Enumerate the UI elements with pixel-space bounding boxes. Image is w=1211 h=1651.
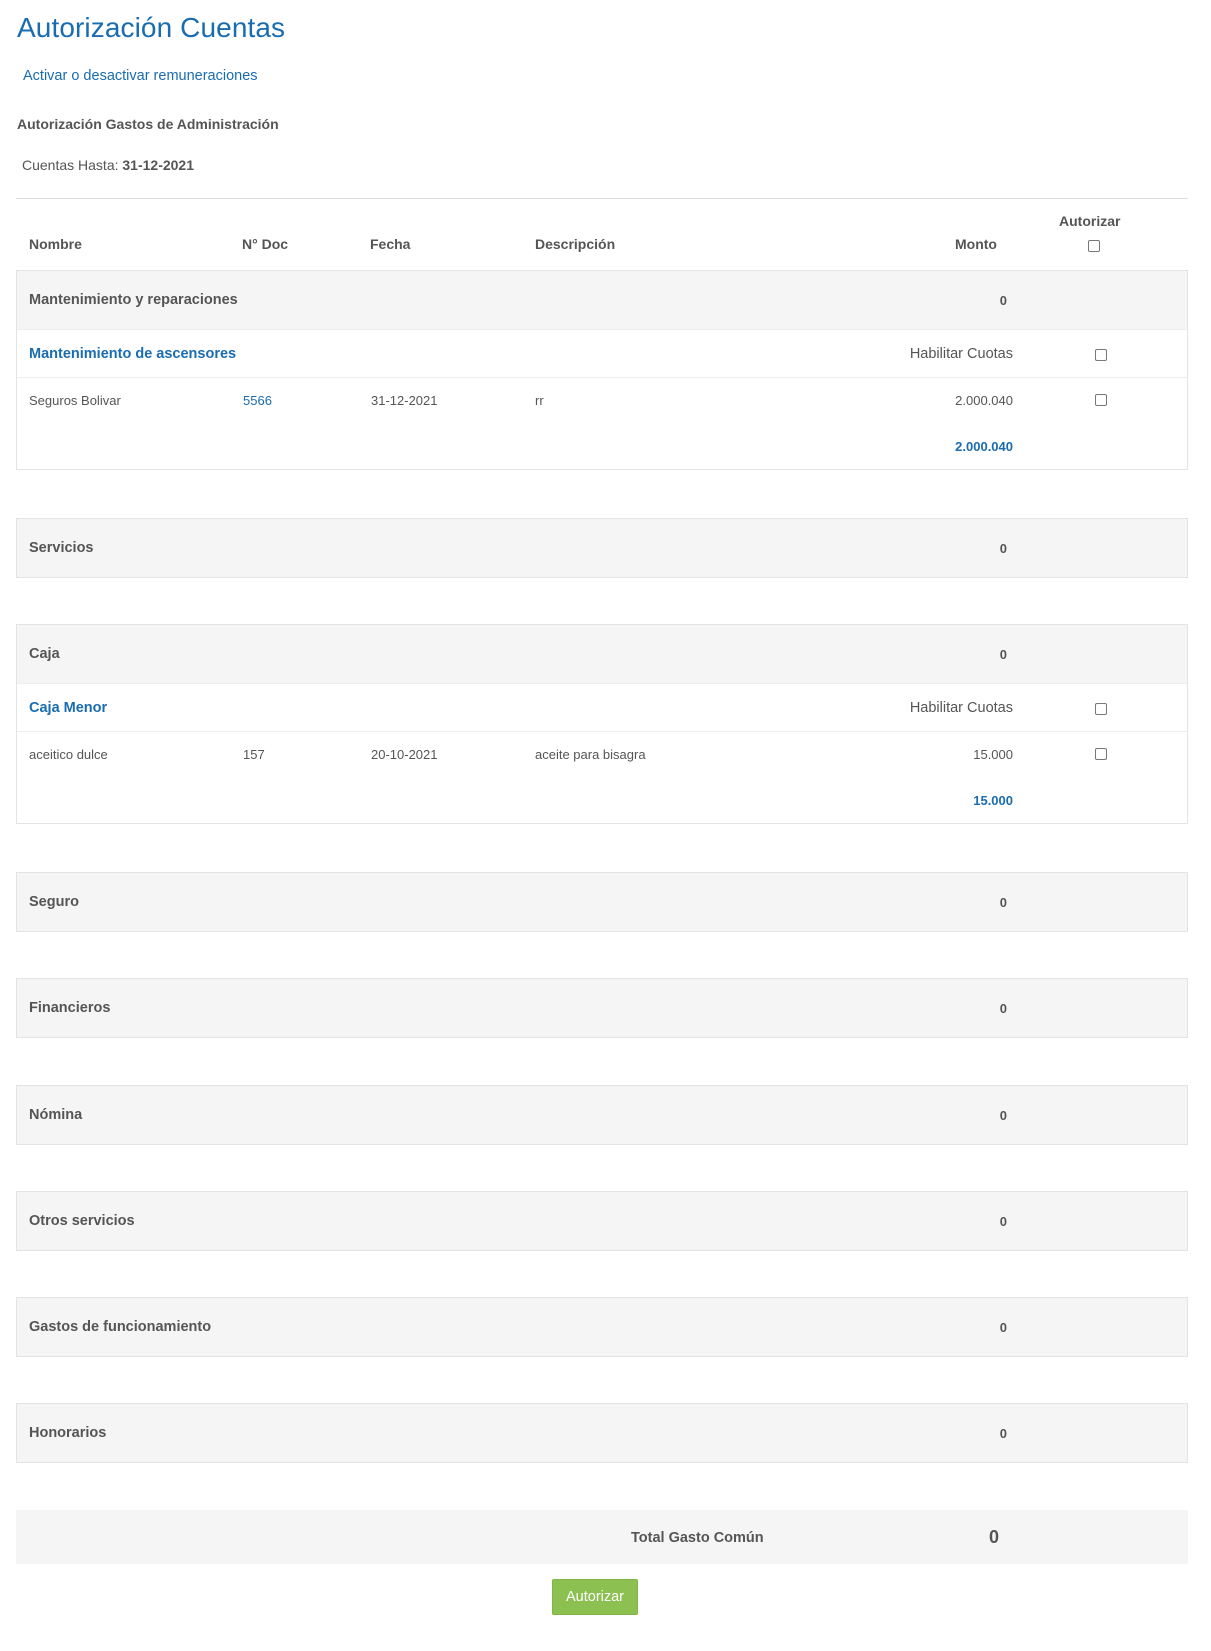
group-total: 0 — [999, 1214, 1007, 1229]
group-name: Seguro — [29, 894, 79, 910]
group-total: 0 — [999, 1320, 1007, 1335]
group-name: Nómina — [29, 1107, 83, 1123]
group-gastos-funcionamiento: Gastos de funcionamiento 0 — [16, 1297, 1188, 1357]
header-divider — [16, 198, 1188, 199]
group-name: Otros servicios — [29, 1213, 135, 1229]
habilitar-cuotas-checkbox[interactable] — [1095, 703, 1107, 715]
cell-monto: 15.000 — [973, 747, 1013, 762]
total-gasto-comun-row: Total Gasto Común 0 — [16, 1510, 1188, 1564]
group-header: Mantenimiento y reparaciones 0 — [17, 271, 1187, 329]
toggle-remuneraciones-link[interactable]: Activar o desactivar remuneraciones — [23, 68, 258, 84]
total-gasto-comun-value: 0 — [989, 1527, 1000, 1547]
group-caja: Caja 0 Caja Menor Habilitar Cuotas aceit… — [16, 624, 1188, 824]
group-nomina: Nómina 0 — [16, 1085, 1188, 1145]
table-row: aceitico dulce 157 20-10-2021 aceite par… — [17, 731, 1187, 777]
group-financieros: Financieros 0 — [16, 978, 1188, 1038]
group-header: Otros servicios 0 — [17, 1192, 1187, 1250]
group-total: 0 — [999, 1108, 1007, 1123]
header-nombre: Nombre — [29, 236, 82, 252]
table-row: Seguros Bolivar 5566 31-12-2021 rr 2.000… — [17, 377, 1187, 423]
cell-nombre: aceitico dulce — [29, 747, 108, 762]
subgroup-name-link[interactable]: Mantenimiento de ascensores — [29, 346, 236, 362]
habilitar-cuotas-label: Habilitar Cuotas — [909, 700, 1013, 716]
section-title: Autorización Gastos de Administración — [17, 116, 279, 132]
group-header: Servicios 0 — [17, 519, 1187, 577]
cuentas-hasta: Cuentas Hasta: 31-12-2021 — [22, 157, 194, 173]
header-autorizar: Autorizar — [1059, 213, 1121, 229]
cell-nombre: Seguros Bolivar — [29, 393, 121, 408]
group-name: Financieros — [29, 1000, 111, 1016]
autorizar-checkbox[interactable] — [1095, 748, 1107, 760]
group-mantenimiento: Mantenimiento y reparaciones 0 Mantenimi… — [16, 270, 1188, 470]
cell-fecha: 31-12-2021 — [371, 393, 438, 408]
subgroup-total-row: 2.000.040 — [17, 423, 1187, 469]
group-header: Financieros 0 — [17, 979, 1187, 1037]
group-servicios: Servicios 0 — [16, 518, 1188, 578]
group-honorarios: Honorarios 0 — [16, 1403, 1188, 1463]
group-total: 0 — [999, 1426, 1007, 1441]
header-fecha: Fecha — [370, 236, 411, 252]
group-total: 0 — [999, 895, 1007, 910]
group-total: 0 — [999, 541, 1007, 556]
group-header: Honorarios 0 — [17, 1404, 1187, 1462]
autorizar-button[interactable]: Autorizar — [552, 1579, 638, 1615]
total-gasto-comun-label: Total Gasto Común — [631, 1530, 764, 1546]
group-header: Nómina 0 — [17, 1086, 1187, 1144]
group-seguro: Seguro 0 — [16, 872, 1188, 932]
cell-descripcion: aceite para bisagra — [535, 747, 646, 762]
autorizar-checkbox[interactable] — [1095, 394, 1107, 406]
cell-doc: 157 — [243, 747, 265, 762]
subgroup-total: 2.000.040 — [955, 439, 1013, 454]
select-all-checkbox[interactable] — [1088, 240, 1100, 252]
page-title: Autorización Cuentas — [17, 12, 286, 43]
subgroup-header: Caja Menor Habilitar Cuotas — [17, 683, 1187, 731]
header-doc: N° Doc — [242, 236, 289, 252]
group-total: 0 — [999, 647, 1007, 662]
subgroup-header: Mantenimiento de ascensores Habilitar Cu… — [17, 329, 1187, 377]
group-header: Caja 0 — [17, 625, 1187, 683]
header-descripcion: Descripción — [535, 236, 616, 252]
group-total: 0 — [999, 293, 1007, 308]
subgroup-name-link[interactable]: Caja Menor — [29, 700, 107, 716]
cuentas-hasta-label: Cuentas Hasta: — [22, 157, 119, 173]
subgroup-total-row: 15.000 — [17, 777, 1187, 823]
group-header: Gastos de funcionamiento 0 — [17, 1298, 1187, 1356]
group-name: Honorarios — [29, 1425, 107, 1441]
group-name: Mantenimiento y reparaciones — [29, 292, 238, 308]
group-name: Caja — [29, 646, 60, 662]
group-header: Seguro 0 — [17, 873, 1187, 931]
cell-descripcion: rr — [535, 393, 544, 408]
group-name: Servicios — [29, 540, 94, 556]
cell-monto: 2.000.040 — [955, 393, 1013, 408]
group-total: 0 — [999, 1001, 1007, 1016]
group-name: Gastos de funcionamiento — [29, 1319, 212, 1335]
header-monto: Monto — [955, 236, 997, 252]
group-otros-servicios: Otros servicios 0 — [16, 1191, 1188, 1251]
cell-fecha: 20-10-2021 — [371, 747, 438, 762]
subgroup-total: 15.000 — [973, 793, 1013, 808]
cuentas-hasta-value: 31-12-2021 — [122, 157, 195, 173]
habilitar-cuotas-checkbox[interactable] — [1095, 349, 1107, 361]
cell-doc-link[interactable]: 5566 — [243, 393, 272, 408]
habilitar-cuotas-label: Habilitar Cuotas — [909, 346, 1013, 362]
